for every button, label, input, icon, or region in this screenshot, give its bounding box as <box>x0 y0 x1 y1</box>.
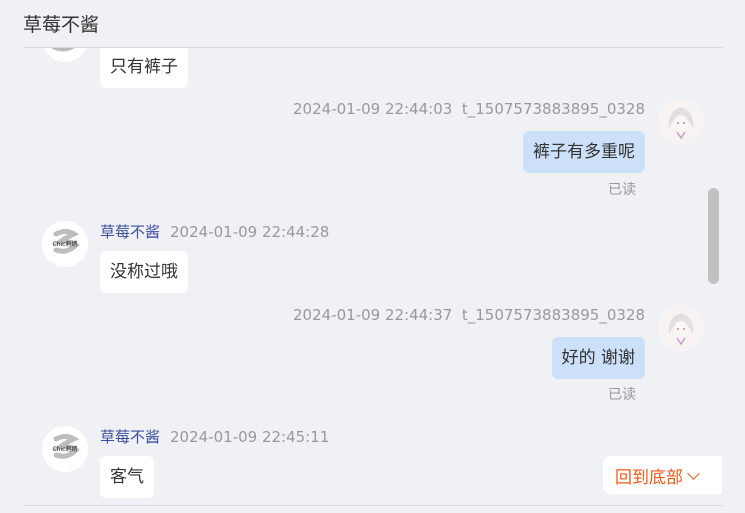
message-meta: 2024-01-09 22:44:37 t_1507573883895_0328 <box>293 306 645 324</box>
message-timestamp: 2024-01-09 22:44:28 <box>170 223 330 241</box>
shop-logo-icon <box>43 48 87 62</box>
message-bubble-outgoing[interactable]: 裤子有多重呢 <box>523 131 645 173</box>
shop-avatar[interactable]: Chic刺绣 <box>42 221 88 267</box>
read-status: 已读 <box>608 182 636 198</box>
message-timestamp: 2024-01-09 22:44:37 <box>293 306 453 324</box>
scrollbar-thumb[interactable] <box>708 188 719 284</box>
message-timestamp: 2024-01-09 22:45:11 <box>170 428 330 446</box>
user-avatar[interactable] <box>658 305 704 351</box>
message-meta: 草莓不酱 2024-01-09 22:44:28 <box>100 221 329 242</box>
message-bubble-incoming[interactable]: 没称过哦 <box>100 251 188 293</box>
message-meta: 草莓不酱 2024-01-09 22:45:11 <box>100 426 329 447</box>
message-sender-id: t_1507573883895_0328 <box>461 100 645 118</box>
read-status: 已读 <box>608 387 636 403</box>
chat-title: 草莓不酱 <box>23 14 100 36</box>
chat-header: 草莓不酱 <box>0 0 745 47</box>
shop-avatar[interactable]: Chic刺绣 <box>42 426 88 472</box>
message-sender-id: t_1507573883895_0328 <box>461 306 645 324</box>
message-bubble-outgoing[interactable]: 好的 谢谢 <box>551 337 645 379</box>
message-list[interactable]: 只有裤子 2024-01-09 22:44:03 t_1507573883895… <box>0 48 722 505</box>
input-divider <box>23 505 723 506</box>
user-avatar[interactable] <box>658 99 704 145</box>
anime-girl-avatar-icon <box>658 99 704 145</box>
scroll-to-bottom-button[interactable]: 回到底部 <box>603 456 722 494</box>
message-sender-name: 草莓不酱 <box>100 428 161 446</box>
shop-avatar[interactable] <box>42 48 88 62</box>
chat-window: 草莓不酱 只有裤子 2024-01-09 22:44:03 t_15075738… <box>0 0 745 513</box>
message-bubble-incoming[interactable]: 客气 <box>100 456 154 498</box>
scroll-to-bottom-label: 回到底部 <box>615 467 683 488</box>
shop-logo-icon: Chic刺绣 <box>42 426 88 472</box>
shop-logo-text: Chic刺绣 <box>53 240 78 248</box>
message-meta: 2024-01-09 22:44:03 t_1507573883895_0328 <box>293 100 645 118</box>
shop-logo-text: Chic刺绣 <box>53 445 78 453</box>
anime-girl-avatar-icon <box>658 305 704 351</box>
message-sender-name: 草莓不酱 <box>100 223 161 241</box>
message-timestamp: 2024-01-09 22:44:03 <box>293 100 453 118</box>
chevron-down-icon <box>687 466 700 480</box>
shop-logo-icon: Chic刺绣 <box>42 221 88 267</box>
message-bubble-incoming[interactable]: 只有裤子 <box>100 48 188 88</box>
